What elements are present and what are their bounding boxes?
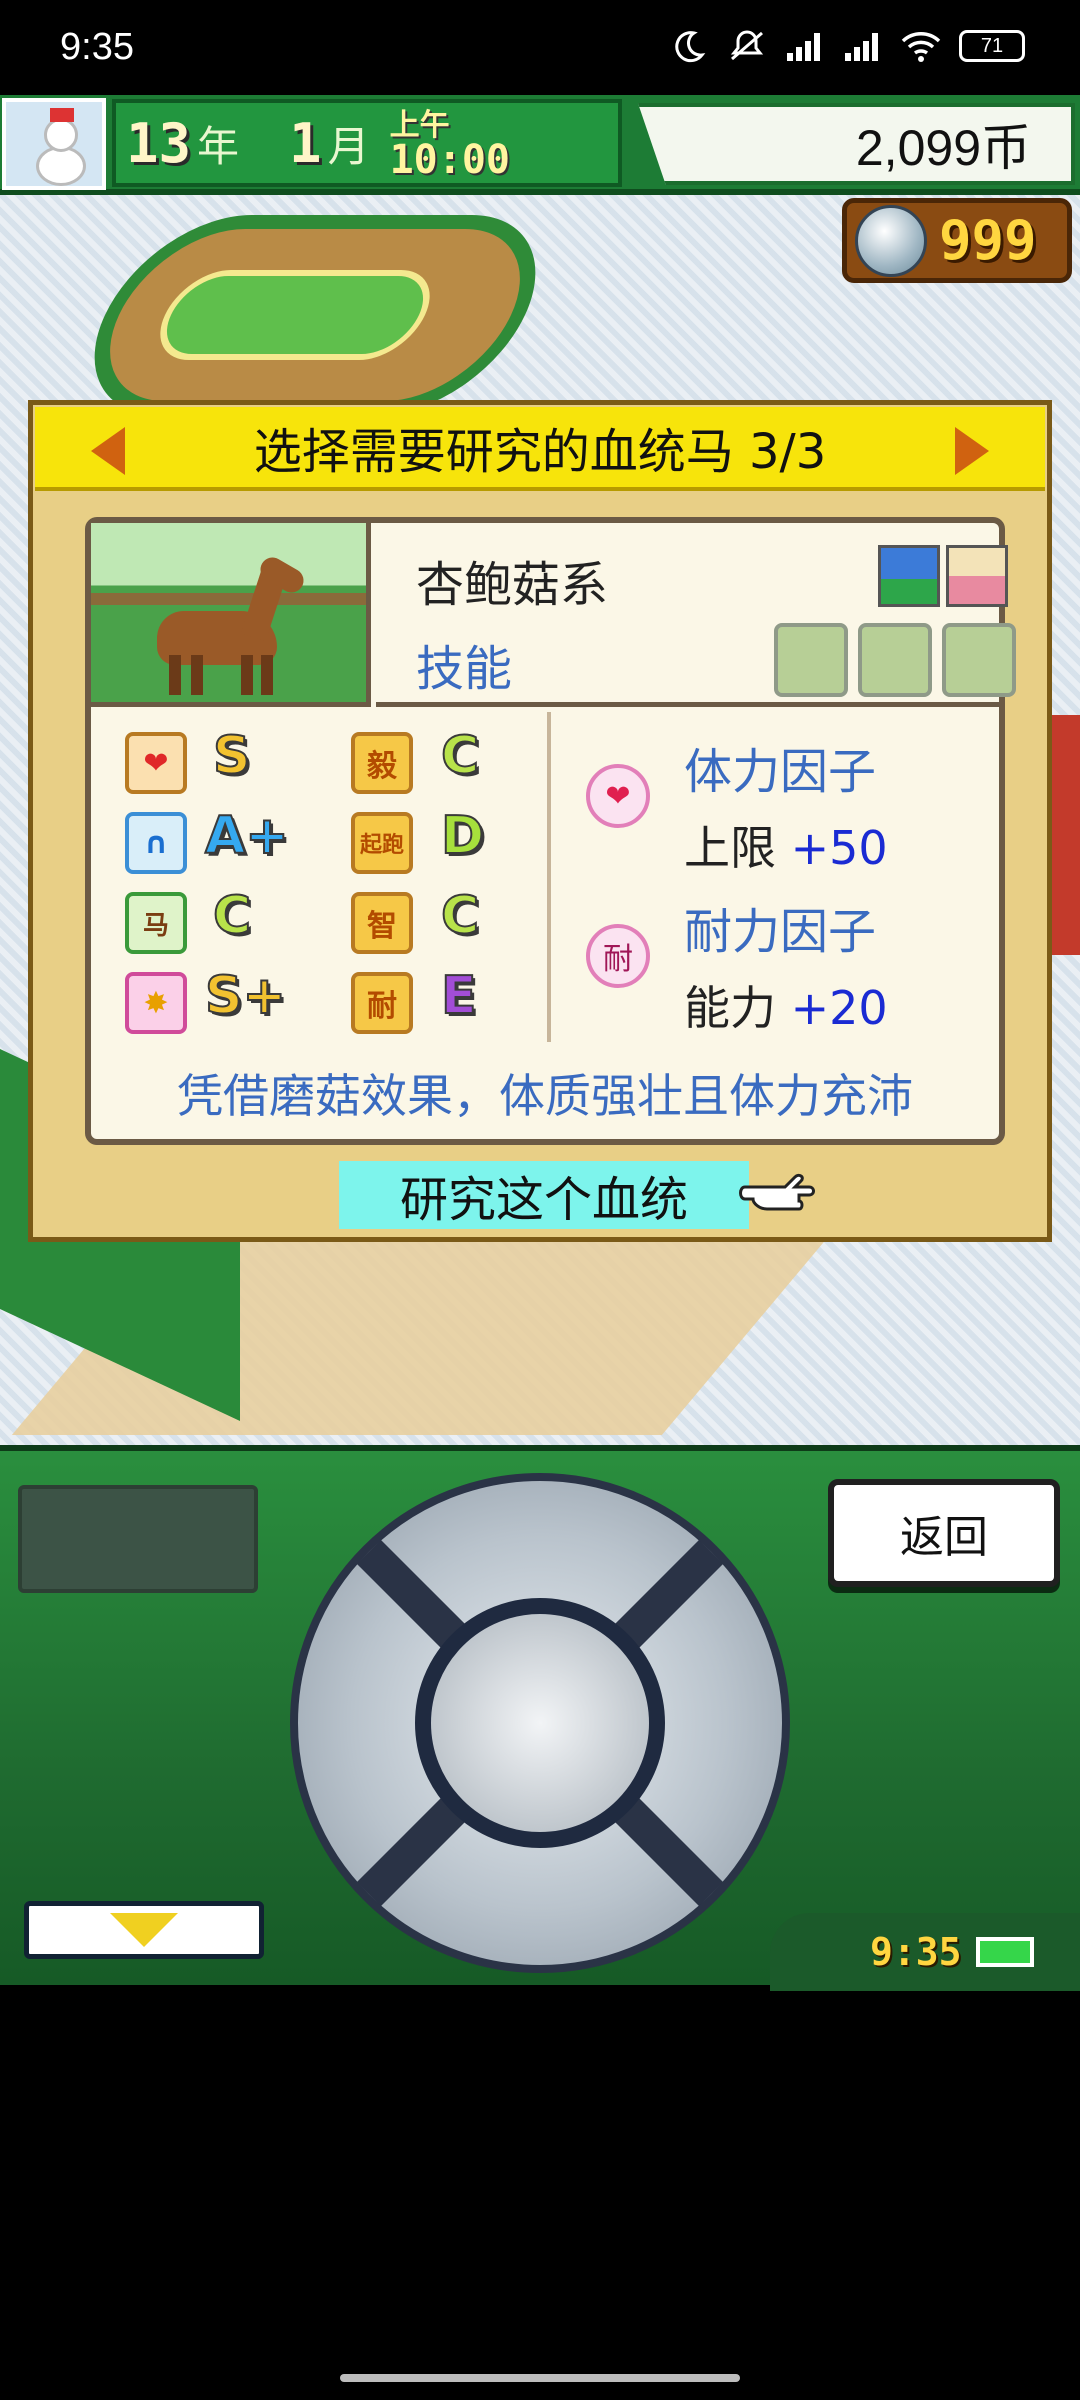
dpad[interactable] xyxy=(290,1473,790,1973)
back-button[interactable]: 返回 xyxy=(828,1479,1060,1587)
year-label: 年 xyxy=(197,121,240,171)
moon-icon xyxy=(669,28,709,64)
factor-desc: 能力 +20 xyxy=(684,972,888,1038)
factor-desc-label: 能力 xyxy=(684,981,776,1035)
kanji-icon: 毅 xyxy=(351,732,413,794)
stat-grade: C xyxy=(440,885,480,947)
battery-icon xyxy=(975,1937,1034,1967)
factor-name: 体力因子 xyxy=(684,744,877,800)
prev-arrow-icon[interactable] xyxy=(91,427,125,475)
horseshoe-icon: ∩ xyxy=(125,812,187,874)
heart-icon: ❤ xyxy=(125,732,187,794)
menu-down-button[interactable] xyxy=(24,1901,264,1959)
lineage-name: 杏鲍菇系 xyxy=(416,557,609,613)
time-display: 上午 10:00 xyxy=(389,109,510,183)
research-lineage-button[interactable]: 研究这个血统 xyxy=(339,1161,749,1229)
lineage-select-dialog: 选择需要研究的血统马 3/3 杏鲍菇系 技能 ❤ S 毅 C ∩ A+ 起跑 D… xyxy=(28,400,1052,1242)
lineage-panel: 杏鲍菇系 技能 ❤ S 毅 C ∩ A+ 起跑 D 马 C 智 C ✸ S+ 耐… xyxy=(85,517,1016,1145)
kanji-icon: 耐 xyxy=(351,972,413,1034)
factor-value: +50 xyxy=(790,821,888,875)
dpad-center-button[interactable] xyxy=(415,1598,665,1848)
medal-coin-icon xyxy=(855,204,927,277)
game-time: 10:00 xyxy=(389,137,510,183)
stat-grade: D xyxy=(440,805,485,867)
battery-icon: 71 xyxy=(959,30,1025,62)
status-icons: 71 xyxy=(669,28,1025,64)
skill-slot xyxy=(942,623,1016,697)
status-time: 9:35 xyxy=(60,26,134,68)
kanji-icon: 起跑 xyxy=(351,812,413,874)
top-hud: 13 年 1 月 上午 10:00 2,099币 xyxy=(0,95,1080,195)
skills-label: 技能 xyxy=(416,641,513,697)
date-display: 13 年 1 月 上午 10:00 xyxy=(112,99,622,187)
stats-grid: ❤ S 毅 C ∩ A+ 起跑 D 马 C 智 C ✸ S+ 耐 E xyxy=(91,712,551,1042)
skill-slot xyxy=(858,623,932,697)
stat-grade: C xyxy=(440,725,480,787)
turf-icon xyxy=(878,545,940,607)
next-arrow-icon[interactable] xyxy=(955,427,989,475)
factor-desc: 上限 +50 xyxy=(684,812,888,878)
endurance-factor-icon: 耐 xyxy=(586,924,650,988)
mute-icon xyxy=(727,28,767,64)
snowman-head xyxy=(44,118,78,152)
heart-factor-icon: ❤ xyxy=(586,764,650,828)
stat-grade: C xyxy=(212,885,252,947)
horse-portrait xyxy=(91,523,371,707)
sparkle-icon: ✸ xyxy=(125,972,187,1034)
status-bar: 9:35 71 xyxy=(0,0,1080,95)
stat-grade: S xyxy=(212,725,251,787)
controller-clock: 9:35 xyxy=(870,1930,962,1974)
factor-name: 耐力因子 xyxy=(684,904,877,960)
factor-list: ❤ 体力因子 上限 +50 耐 耐力因子 能力 +20 xyxy=(556,712,999,1042)
stat-grade: A+ xyxy=(204,805,290,867)
medal-counter[interactable]: 999 xyxy=(842,198,1072,283)
month-value: 1 xyxy=(289,111,322,175)
controller-screen[interactable] xyxy=(18,1485,258,1593)
wifi-icon xyxy=(901,28,941,64)
dialog-title: 选择需要研究的血统马 3/3 xyxy=(253,424,827,480)
clock-tab: 9:35 xyxy=(770,1913,1080,1991)
lineage-info: 杏鲍菇系 技能 xyxy=(376,523,1016,707)
lineage-description: 凭借磨菇效果，体质强壮且体力充沛 xyxy=(177,1069,913,1123)
dirt-icon xyxy=(946,545,1008,607)
dialog-header: 选择需要研究的血统马 3/3 xyxy=(35,407,1045,491)
stat-grade: E xyxy=(440,965,478,1027)
horse-leg xyxy=(169,655,181,695)
skill-slot xyxy=(774,623,848,697)
medal-count: 999 xyxy=(939,209,1037,272)
season-avatar[interactable] xyxy=(2,98,106,190)
virtual-controller: 返回 9:35 xyxy=(0,1445,1080,1991)
factor-desc-label: 上限 xyxy=(684,821,776,875)
year-value: 13 xyxy=(126,111,192,175)
stat-grade: S+ xyxy=(204,965,287,1027)
snowman-hat xyxy=(50,108,74,122)
horse-leg xyxy=(241,655,253,695)
factor-value: +20 xyxy=(790,981,888,1035)
triangle-down-icon xyxy=(110,1913,178,1947)
horse-stat-icon: 马 xyxy=(125,892,187,954)
month-label: 月 xyxy=(327,121,370,171)
signal-2-icon xyxy=(843,28,883,64)
signal-icon xyxy=(785,28,825,64)
home-indicator[interactable] xyxy=(340,2374,740,2382)
money-display: 2,099币 xyxy=(637,103,1075,185)
pointing-hand-icon xyxy=(739,1173,815,1211)
snowman-body xyxy=(36,146,86,186)
kanji-icon: 智 xyxy=(351,892,413,954)
horse-leg xyxy=(261,655,273,695)
fence xyxy=(91,593,366,605)
horse-leg xyxy=(191,655,203,695)
